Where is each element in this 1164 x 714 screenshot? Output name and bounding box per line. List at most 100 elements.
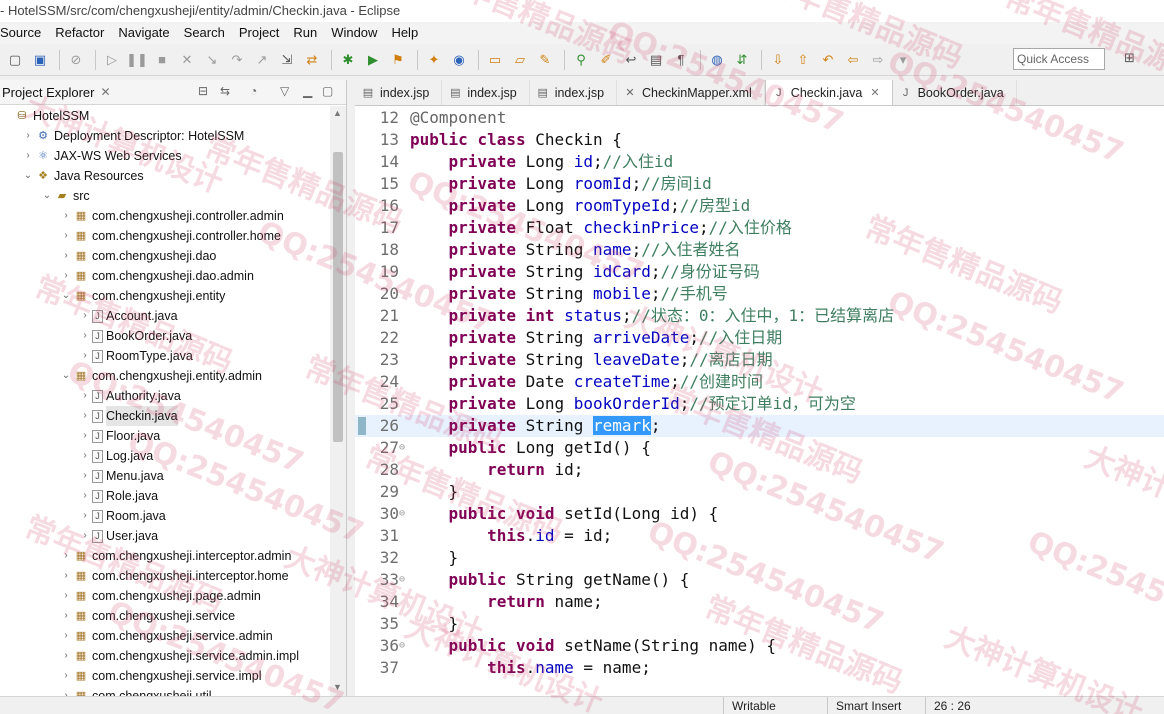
code-line[interactable]: 19 private String idCard;//身份证号码	[355, 261, 1164, 283]
tree-item[interactable]: › ▦ com.chengxusheji.util	[59, 686, 211, 696]
chevron-right-icon[interactable]: ›	[78, 346, 92, 366]
close-icon[interactable]: ✕	[870, 86, 879, 99]
step-return-icon[interactable]: ↗	[251, 49, 273, 71]
maximize-icon[interactable]: ▢	[322, 84, 333, 98]
new-java-class-icon[interactable]: ◉	[448, 49, 470, 71]
chevron-right-icon[interactable]: ›	[21, 146, 35, 166]
pin-icon[interactable]: ▾	[892, 49, 914, 71]
menu-source[interactable]: Source	[0, 22, 48, 44]
code-line[interactable]: 14 private Long id;//入住id	[355, 151, 1164, 173]
project-explorer-title[interactable]: Project Explorer	[0, 85, 94, 100]
code-line[interactable]: 35 }	[355, 613, 1164, 635]
step-into-icon[interactable]: ↘	[201, 49, 223, 71]
focus-icon[interactable]: ◔	[250, 84, 257, 98]
tree-item[interactable]: › ▦ com.chengxusheji.interceptor.admin	[59, 546, 291, 566]
menu-search[interactable]: Search	[177, 22, 232, 44]
code-line[interactable]: 25 private Long bookOrderId;//预定订单id，可为空	[355, 393, 1164, 415]
quick-access-input[interactable]: Quick Access	[1013, 48, 1105, 70]
tree-item[interactable]: › ▦ com.chengxusheji.service.impl	[59, 666, 261, 686]
chevron-right-icon[interactable]: ›	[21, 126, 35, 146]
chevron-right-icon[interactable]: ›	[59, 546, 73, 566]
tree-item[interactable]: › ▦ com.chengxusheji.page.admin	[59, 586, 261, 606]
tree-item-file[interactable]: › J Floor.java	[78, 426, 160, 446]
open-folder-icon[interactable]: ▭	[484, 49, 506, 71]
code-line[interactable]: 31 this.id = id;	[355, 525, 1164, 547]
code-line[interactable]: 28 return id;	[355, 459, 1164, 481]
fold-toggle-icon[interactable]: ⊖	[399, 635, 405, 657]
disconnect-icon[interactable]: ✕	[176, 49, 198, 71]
chevron-right-icon[interactable]: ›	[59, 646, 73, 666]
editor-tab[interactable]: ✕ CheckinMapper.xml	[617, 80, 765, 105]
chevron-right-icon[interactable]: ›	[59, 266, 73, 286]
chevron-right-icon[interactable]: ›	[78, 486, 92, 506]
menu-help[interactable]: Help	[384, 22, 425, 44]
editor-tab[interactable]: ▤ index.jsp	[355, 80, 443, 105]
chevron-down-icon[interactable]: ⌄	[21, 166, 35, 186]
mark-occurrences-icon[interactable]: ✐	[595, 49, 617, 71]
word-wrap-icon[interactable]: ↩	[620, 49, 642, 71]
chevron-right-icon[interactable]: ›	[78, 426, 92, 446]
back-icon[interactable]: ⇦	[842, 49, 864, 71]
previous-annotation-icon[interactable]: ⇧	[792, 49, 814, 71]
menu-run[interactable]: Run	[286, 22, 324, 44]
menu-project[interactable]: Project	[232, 22, 286, 44]
editor-tab[interactable]: J BookOrder.java	[893, 80, 1017, 105]
run-icon[interactable]: ▶	[362, 49, 384, 71]
code-line[interactable]: 17 private Float checkinPrice;//入住价格	[355, 217, 1164, 239]
tree-item-file[interactable]: › J Log.java	[78, 446, 153, 466]
explorer-scrollbar[interactable]: ▲ ▼	[330, 106, 346, 696]
fold-toggle-icon[interactable]: ⊖	[399, 503, 405, 525]
new-server-icon[interactable]: ✦	[423, 49, 445, 71]
new-icon[interactable]: ▢	[4, 49, 26, 71]
drop-to-frame-icon[interactable]: ⇲	[276, 49, 298, 71]
tree-item-file[interactable]: › J Account.java	[78, 306, 177, 326]
code-line[interactable]: 33 ⊖ public String getName() {	[355, 569, 1164, 591]
external-tools-icon[interactable]: ⚑	[387, 49, 409, 71]
chevron-right-icon[interactable]: ›	[59, 626, 73, 646]
chevron-down-icon[interactable]: ⌄	[40, 186, 54, 206]
save-icon[interactable]: ▣	[29, 49, 51, 71]
code-line[interactable]: 34 return name;	[355, 591, 1164, 613]
step-over-icon[interactable]: ↷	[226, 49, 248, 71]
web-browser-icon[interactable]: ◍	[706, 49, 728, 71]
code-line[interactable]: 18 private String name;//入住者姓名	[355, 239, 1164, 261]
editor-tab[interactable]: ▤ index.jsp	[442, 80, 530, 105]
resume-icon[interactable]: ▷	[101, 49, 123, 71]
next-annotation-icon[interactable]: ⇩	[767, 49, 789, 71]
chevron-right-icon[interactable]: ›	[59, 606, 73, 626]
scrollbar-thumb[interactable]	[333, 152, 343, 442]
code-line[interactable]: 21 private int status;//状态：0：入住中，1：已结算离店	[355, 305, 1164, 327]
chevron-right-icon[interactable]: ›	[78, 406, 92, 426]
scroll-up-icon[interactable]: ▲	[333, 108, 342, 118]
tree-item[interactable]: › ▦ com.chengxusheji.controller.admin	[59, 206, 283, 226]
chevron-right-icon[interactable]: ›	[59, 226, 73, 246]
tree-item-file[interactable]: › J Menu.java	[78, 466, 163, 486]
editor-tab[interactable]: J Checkin.java ✕	[764, 80, 893, 105]
code-line[interactable]: 32 }	[355, 547, 1164, 569]
suspend-icon[interactable]: ❚❚	[126, 49, 148, 71]
tree-item-file[interactable]: › J Authority.java	[78, 386, 180, 406]
show-whitespace-icon[interactable]: ¶	[670, 49, 692, 71]
fold-toggle-icon[interactable]: ⊖	[399, 437, 405, 459]
tree-item[interactable]: ⌄ ▰ src	[40, 186, 90, 206]
annotation-icon[interactable]: ⇵	[731, 49, 753, 71]
tree-item[interactable]: ⌄ ▦ com.chengxusheji.entity.admin	[59, 366, 262, 386]
debug-icon[interactable]: ✱	[337, 49, 359, 71]
code-line[interactable]: 23 private String leaveDate;//离店日期	[355, 349, 1164, 371]
menu-refactor[interactable]: Refactor	[48, 22, 111, 44]
chevron-right-icon[interactable]: ›	[59, 666, 73, 686]
tree-item[interactable]: › ⚛ JAX-WS Web Services	[21, 146, 181, 166]
task-icon[interactable]: ✎	[534, 49, 556, 71]
open-perspective-icon[interactable]: ⊞	[1124, 50, 1142, 68]
search-icon[interactable]: ⚲	[570, 49, 592, 71]
tree-item-file[interactable]: › J Room.java	[78, 506, 165, 526]
chevron-right-icon[interactable]: ›	[59, 566, 73, 586]
chevron-right-icon[interactable]: ›	[78, 326, 92, 346]
chevron-right-icon[interactable]: ›	[59, 586, 73, 606]
use-step-filters-icon[interactable]: ⇄	[301, 49, 323, 71]
minimize-icon[interactable]: ▁	[303, 84, 312, 98]
chevron-right-icon[interactable]: ›	[59, 206, 73, 226]
chevron-right-icon[interactable]: ›	[78, 446, 92, 466]
block-selection-icon[interactable]: ▤	[645, 49, 667, 71]
open-type-icon[interactable]: ▱	[509, 49, 531, 71]
